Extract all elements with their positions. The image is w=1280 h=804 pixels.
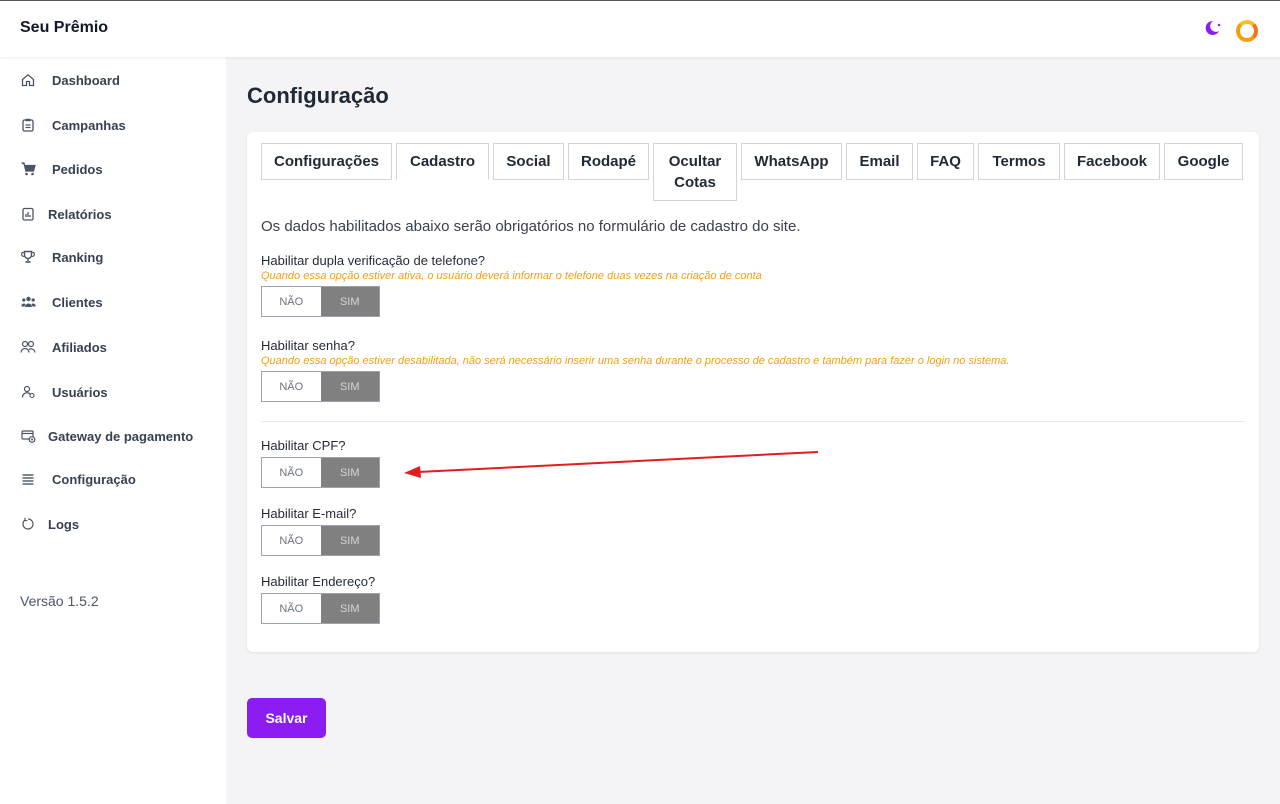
field-label: Habilitar dupla verificação de telefone? xyxy=(261,253,486,268)
tab-faq[interactable]: FAQ xyxy=(917,143,974,180)
form-intro-text: Os dados habilitados abaixo serão obriga… xyxy=(261,218,801,235)
tab-facebook[interactable]: Facebook xyxy=(1064,143,1160,180)
sidebar-item-label: Gateway de pagamento xyxy=(48,428,194,444)
sidebar-item-label: Pedidos xyxy=(52,161,103,177)
list-icon xyxy=(20,471,36,487)
field-label: Habilitar senha? xyxy=(261,338,355,353)
tab-whatsapp[interactable]: WhatsApp xyxy=(741,143,842,180)
phone-verification-toggle[interactable]: NÃO SIM xyxy=(261,286,380,317)
sidebar-item-label: Clientes xyxy=(52,294,103,310)
field-hint: Quando essa opção estiver desabilitada, … xyxy=(261,355,1010,367)
sidebar-item-afiliados[interactable]: Afiliados xyxy=(20,339,107,355)
users-icon xyxy=(20,294,36,310)
sidebar-item-configuracao[interactable]: Configuração xyxy=(20,471,136,487)
avatar[interactable] xyxy=(1236,19,1258,42)
page-title: Configuração xyxy=(247,83,389,108)
field-email: Habilitar E-mail? NÃO SIM xyxy=(261,506,380,556)
sidebar-item-label: Campanhas xyxy=(52,117,126,133)
clipboard-icon xyxy=(20,117,36,133)
payment-gateway-icon xyxy=(20,428,36,444)
tab-cadastro[interactable]: Cadastro xyxy=(396,143,489,180)
top-icons xyxy=(1202,18,1258,43)
sidebar-item-label: Logs xyxy=(48,516,80,532)
password-toggle[interactable]: NÃO SIM xyxy=(261,371,380,402)
cpf-toggle[interactable]: NÃO SIM xyxy=(261,457,380,488)
toggle-option-no[interactable]: NÃO xyxy=(262,458,321,487)
sidebar-item-relatorios[interactable]: Relatórios xyxy=(20,206,112,222)
sidebar-item-logs[interactable]: Logs xyxy=(20,516,79,532)
app-version: Versão 1.5.2 xyxy=(20,593,99,609)
field-endereco: Habilitar Endereço? NÃO SIM xyxy=(261,574,380,624)
sidebar-item-clientes[interactable]: Clientes xyxy=(20,294,103,310)
toggle-option-yes[interactable]: SIM xyxy=(320,526,379,555)
tab-google[interactable]: Google xyxy=(1164,143,1243,180)
email-toggle[interactable]: NÃO SIM xyxy=(261,525,380,556)
cart-icon xyxy=(20,161,36,177)
refresh-icon xyxy=(20,516,36,532)
toggle-option-no[interactable]: NÃO xyxy=(262,594,321,623)
sidebar-item-dashboard[interactable]: Dashboard xyxy=(20,72,120,88)
sidebar: Dashboard Campanhas Pedidos Relatórios R… xyxy=(0,57,226,804)
field-hint: Quando essa opção estiver ativa, o usuár… xyxy=(261,270,762,282)
theme-toggle-icon[interactable] xyxy=(1202,18,1222,43)
tab-rodape[interactable]: Rodapé xyxy=(568,143,649,180)
sidebar-item-label: Usuários xyxy=(52,384,108,400)
field-senha: Habilitar senha? Quando essa opção estiv… xyxy=(261,338,1009,402)
tab-ocultar-cotas[interactable]: Ocultar Cotas xyxy=(653,143,737,201)
toggle-option-no[interactable]: NÃO xyxy=(262,287,321,316)
field-label: Habilitar E-mail? xyxy=(261,506,357,521)
field-dupla-verificacao-telefone: Habilitar dupla verificação de telefone?… xyxy=(261,253,762,317)
sidebar-item-label: Configuração xyxy=(52,471,136,487)
tab-bar: Configurações Cadastro Social Rodapé Ocu… xyxy=(261,143,1243,201)
sidebar-item-ranking[interactable]: Ranking xyxy=(20,249,103,265)
tab-social[interactable]: Social xyxy=(493,143,564,180)
sidebar-item-label: Afiliados xyxy=(52,339,107,355)
home-icon xyxy=(20,72,36,88)
section-divider xyxy=(261,421,1245,422)
sidebar-item-gateway-de-pagamento[interactable]: Gateway de pagamento xyxy=(20,428,193,444)
sidebar-item-usuarios[interactable]: Usuários xyxy=(20,384,108,400)
field-label: Habilitar Endereço? xyxy=(261,574,376,589)
toggle-option-yes[interactable]: SIM xyxy=(320,458,379,487)
tab-configuracoes[interactable]: Configurações xyxy=(261,143,392,180)
sidebar-item-label: Relatórios xyxy=(48,206,112,222)
save-button[interactable]: Salvar xyxy=(247,698,326,738)
field-cpf: Habilitar CPF? NÃO SIM xyxy=(261,438,380,488)
sidebar-item-label: Dashboard xyxy=(52,72,120,88)
brand-title: Seu Prêmio xyxy=(20,19,109,36)
tab-email[interactable]: Email xyxy=(846,143,913,180)
toggle-option-no[interactable]: NÃO xyxy=(262,372,321,401)
toggle-option-yes[interactable]: SIM xyxy=(320,372,379,401)
sidebar-item-pedidos[interactable]: Pedidos xyxy=(20,161,103,177)
toggle-option-yes[interactable]: SIM xyxy=(320,287,379,316)
address-toggle[interactable]: NÃO SIM xyxy=(261,593,380,624)
report-icon xyxy=(20,206,36,222)
trophy-icon xyxy=(20,249,36,265)
main-content: Configuração Configurações Cadastro Soci… xyxy=(226,57,1280,804)
tab-termos[interactable]: Termos xyxy=(978,143,1060,180)
settings-card: Configurações Cadastro Social Rodapé Ocu… xyxy=(247,132,1259,652)
toggle-option-no[interactable]: NÃO xyxy=(262,526,321,555)
top-bar: Seu Prêmio xyxy=(0,0,1280,57)
toggle-option-yes[interactable]: SIM xyxy=(320,594,379,623)
affiliates-icon xyxy=(20,339,36,355)
sidebar-item-campanhas[interactable]: Campanhas xyxy=(20,117,126,133)
field-label: Habilitar CPF? xyxy=(261,438,346,453)
user-icon xyxy=(20,384,36,400)
sidebar-item-label: Ranking xyxy=(52,249,104,265)
